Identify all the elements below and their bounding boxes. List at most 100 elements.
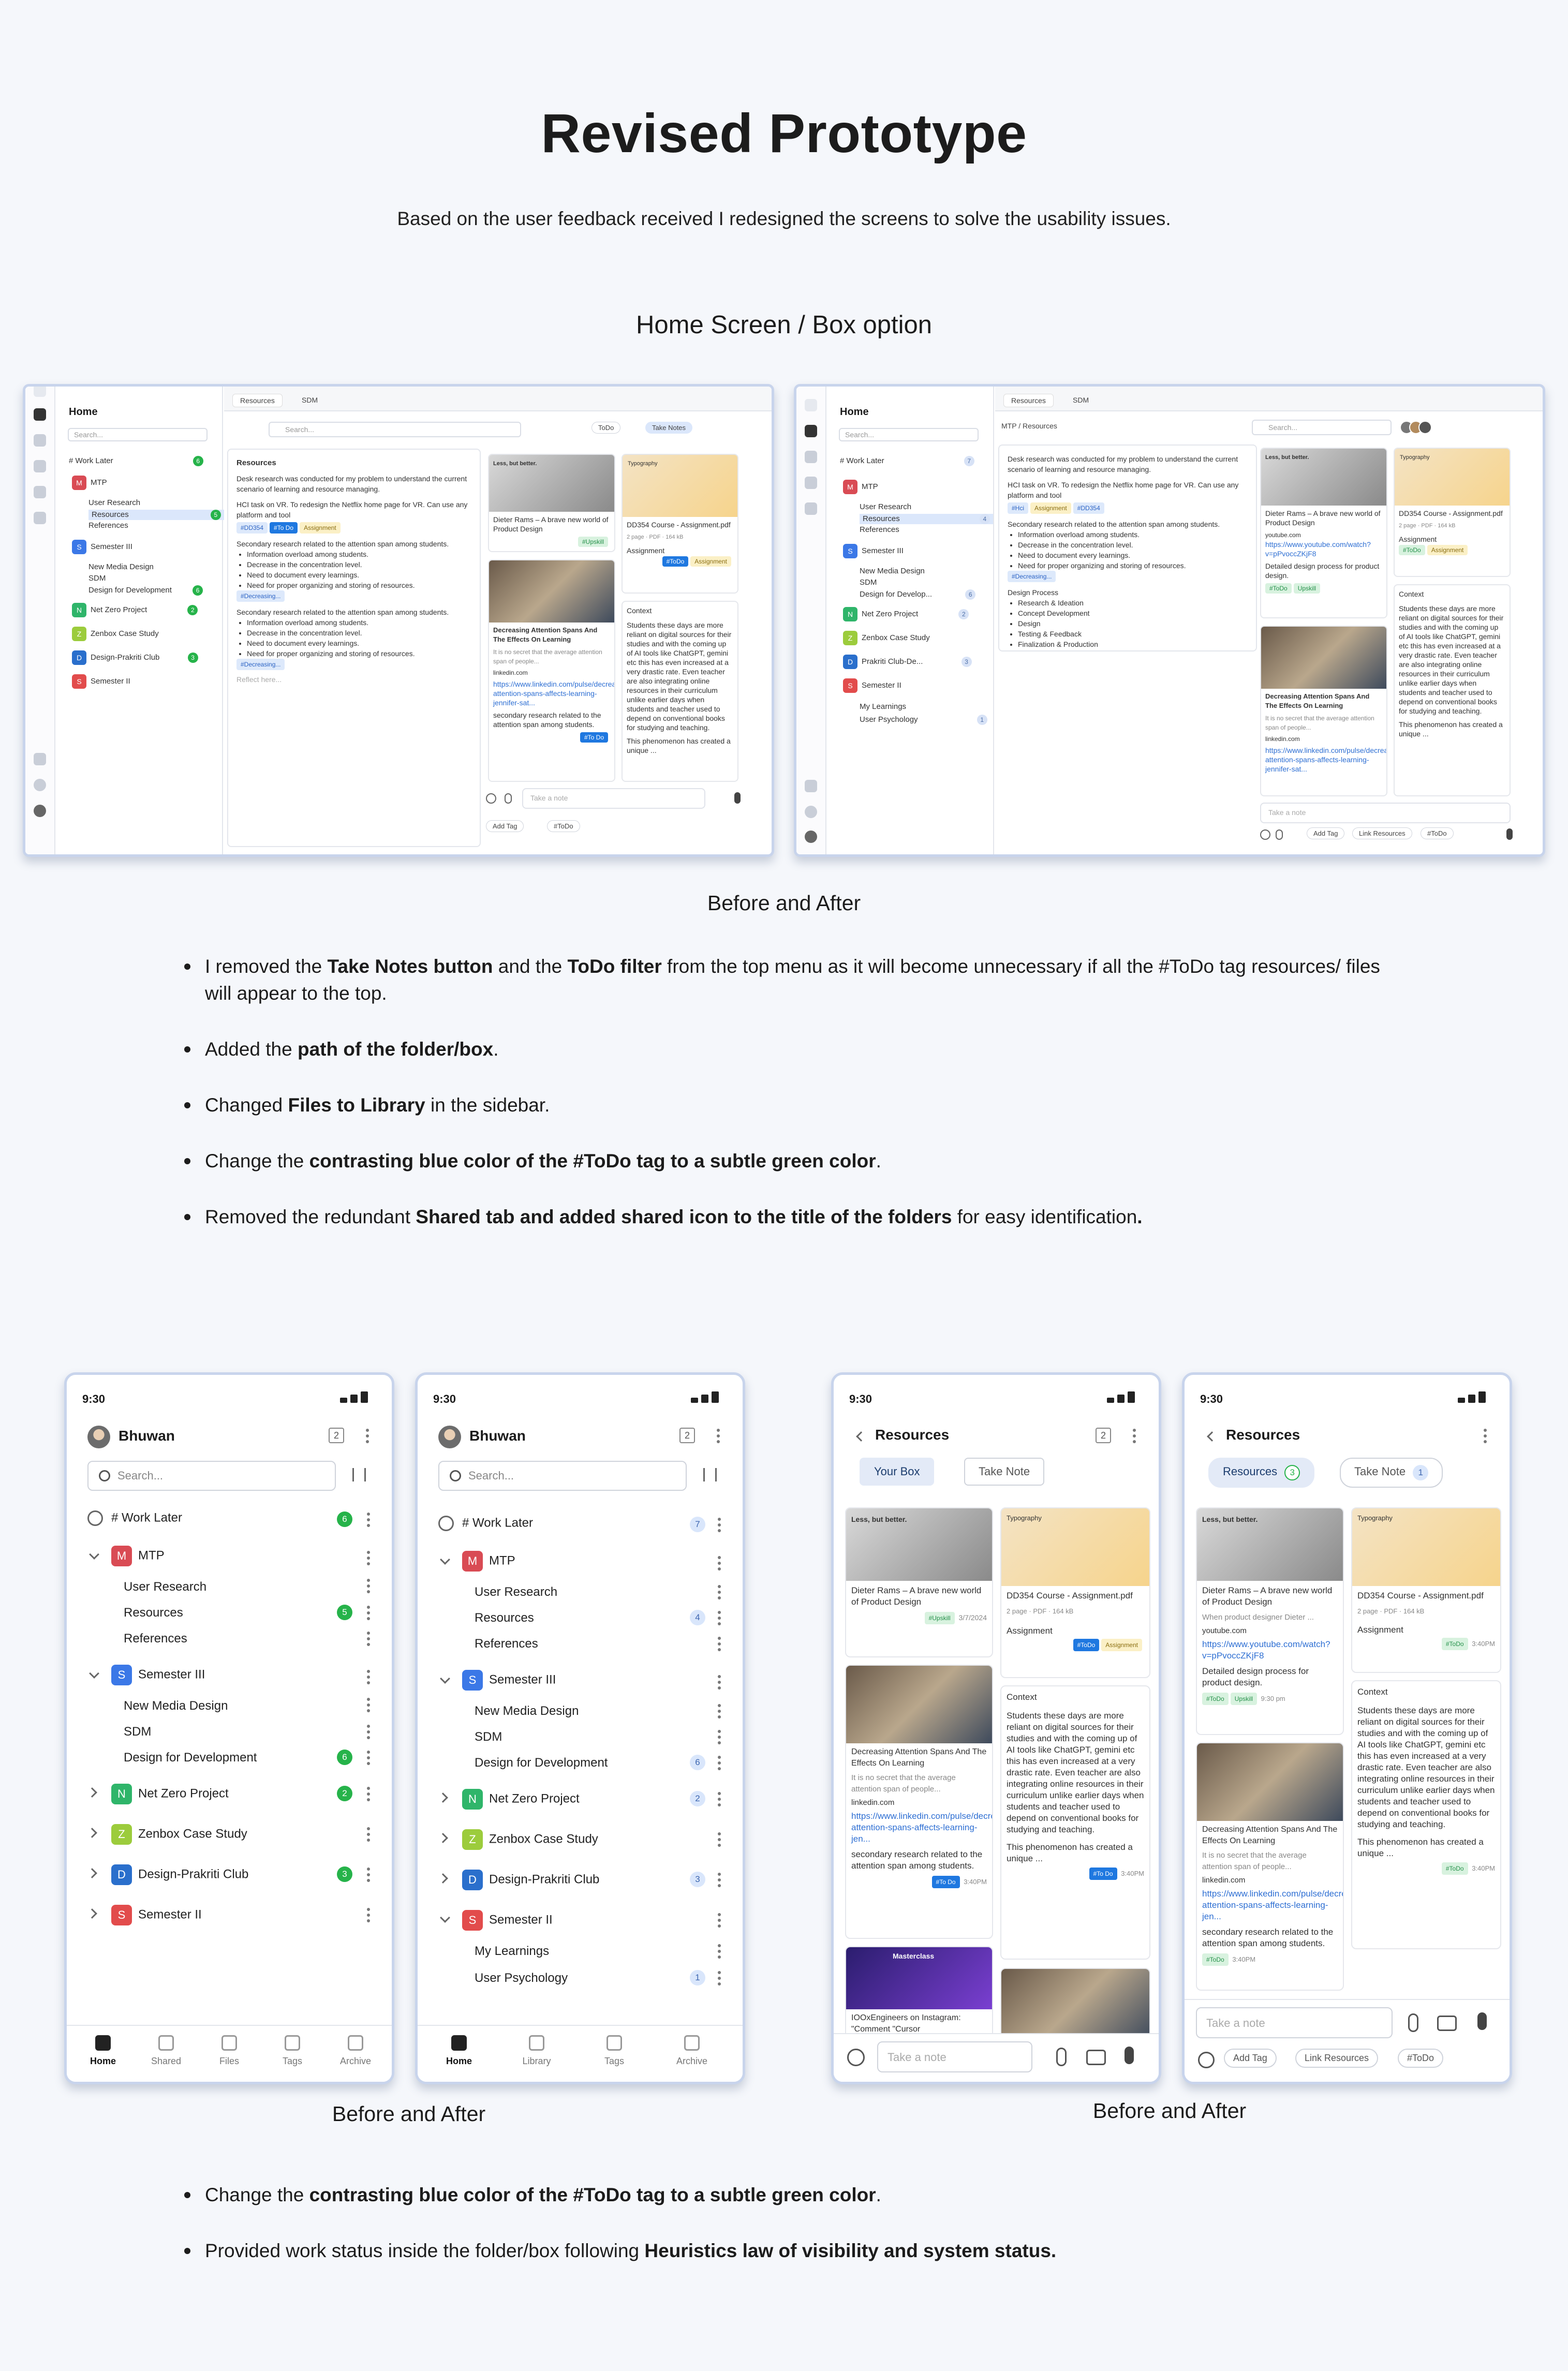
more-icon[interactable] <box>718 1637 721 1651</box>
item-my-learnings[interactable]: My Learnings <box>475 1944 549 1959</box>
tag-todo[interactable]: #To Do <box>270 522 298 534</box>
back-icon[interactable] <box>1207 1431 1217 1442</box>
tab-sdm[interactable]: SDM <box>1066 394 1096 406</box>
more-icon[interactable] <box>367 1827 370 1842</box>
more-icon[interactable] <box>367 1787 370 1801</box>
take-note-button[interactable]: Take Note <box>964 1458 1045 1486</box>
settings-icon[interactable] <box>34 753 46 765</box>
more-icon[interactable] <box>1484 1429 1487 1443</box>
tags-icon[interactable] <box>34 486 46 498</box>
work-later-item[interactable]: # Work Later <box>87 1510 182 1526</box>
tab-sdm[interactable]: SDM <box>294 394 325 406</box>
work-later-item[interactable]: # Work Later <box>438 1516 533 1531</box>
folder-semester3[interactable]: S Semester III <box>462 1670 556 1691</box>
take-note-input[interactable]: Take a note <box>522 788 705 809</box>
tag-todo[interactable]: #ToDo <box>1441 1638 1468 1650</box>
work-later-item[interactable]: # Work Later 6 <box>69 456 203 466</box>
attach-icon[interactable] <box>1408 2013 1418 2032</box>
folder-zenbox[interactable]: Z Zenbox Case Study <box>843 631 930 645</box>
work-later-item[interactable]: # Work Later 7 <box>840 456 974 466</box>
take-notes-button[interactable]: Take Notes <box>645 422 693 434</box>
archive-icon[interactable] <box>805 502 817 515</box>
item-sdm[interactable]: SDM <box>124 1725 151 1739</box>
item-new-media[interactable]: New Media Design <box>88 562 154 571</box>
settings-icon[interactable] <box>805 780 817 792</box>
nav-shared[interactable]: Shared <box>140 2035 192 2067</box>
more-icon[interactable] <box>367 1606 370 1620</box>
take-note-input[interactable]: Take a note <box>877 2041 1032 2072</box>
folder-mtp[interactable]: M MTP <box>462 1551 515 1572</box>
chevron-right-icon[interactable] <box>87 1868 97 1878</box>
resource-card-image[interactable] <box>1000 1968 1150 2040</box>
filter-icon[interactable] <box>703 1468 717 1481</box>
resource-card-video[interactable]: Less, but better. Dieter Rams – A brave … <box>1260 448 1387 618</box>
chevron-right-icon[interactable] <box>438 1833 448 1843</box>
resource-card-text[interactable]: Context Students these days are more rel… <box>1000 1685 1150 1960</box>
search-input[interactable]: Search... <box>438 1461 687 1491</box>
item-references[interactable]: References <box>88 521 128 530</box>
tag-upskill[interactable]: #Upskill <box>924 1612 955 1624</box>
folder-prakriti[interactable]: D Design-Prakriti Club <box>111 1864 248 1885</box>
attach-icon[interactable] <box>505 793 512 804</box>
help-icon[interactable] <box>805 806 817 818</box>
nav-files[interactable]: Files <box>203 2035 255 2067</box>
more-icon[interactable] <box>367 1579 370 1593</box>
avatar[interactable] <box>438 1426 461 1448</box>
add-tag-button[interactable]: Add Tag <box>1307 827 1345 839</box>
item-user-research[interactable]: User Research <box>124 1580 206 1594</box>
menu-icon[interactable] <box>805 399 817 411</box>
folder-mtp[interactable]: M MTP <box>72 476 107 490</box>
more-icon[interactable] <box>718 1971 721 1985</box>
resource-card-link[interactable]: Decreasing Attention Spans And The Effec… <box>1196 1742 1344 1991</box>
library-icon[interactable] <box>805 451 817 463</box>
more-icon[interactable] <box>718 1756 721 1770</box>
tag-decreasing[interactable]: #Decreasing... <box>236 659 285 670</box>
menu-icon[interactable] <box>34 387 46 397</box>
folder-semester2[interactable]: S Semester II <box>843 678 901 693</box>
item-sdm[interactable]: SDM <box>88 574 106 583</box>
chevron-down-icon[interactable] <box>89 1668 99 1679</box>
more-icon[interactable] <box>718 1730 721 1744</box>
more-icon[interactable] <box>367 1751 370 1765</box>
more-icon[interactable] <box>718 1704 721 1718</box>
nav-tags[interactable]: Tags <box>588 2035 640 2067</box>
item-user-research[interactable]: User Research <box>860 502 911 511</box>
resource-card-video[interactable]: Less, but better. Dieter Rams – A brave … <box>1196 1507 1344 1735</box>
tag-dd354[interactable]: #DD354 <box>1073 502 1104 514</box>
take-note-button[interactable]: Take Note 1 <box>1340 1458 1443 1488</box>
tag-upskill[interactable]: Upskill <box>1293 583 1321 594</box>
folder-semester2[interactable]: S Semester II <box>72 674 130 689</box>
item-sdm[interactable]: SDM <box>860 578 877 587</box>
tabs-count-button[interactable]: 2 <box>329 1428 344 1443</box>
folder-prakriti[interactable]: D Prakriti Club-De... 3 <box>843 655 972 669</box>
resources-chip[interactable]: Resources 3 <box>1208 1458 1315 1488</box>
folder-prakriti[interactable]: D Design-Prakriti Club 3 <box>72 650 198 665</box>
add-tag-button[interactable]: Add Tag <box>486 820 524 832</box>
folder-semester2[interactable]: S Semester II <box>111 1905 202 1925</box>
more-icon[interactable] <box>718 1585 721 1599</box>
nav-home[interactable]: Home <box>433 2035 485 2067</box>
item-user-psych[interactable]: User Psychology 1 <box>860 715 987 725</box>
tag-assignment[interactable]: Assignment <box>690 556 731 567</box>
more-icon[interactable] <box>366 1429 369 1443</box>
item-user-research[interactable]: User Research <box>88 498 140 507</box>
resource-card-text[interactable]: Context Students these days are more rel… <box>1394 584 1511 796</box>
resource-card-link[interactable]: Decreasing Attention Spans And The Effec… <box>845 1665 993 1939</box>
chevron-down-icon[interactable] <box>440 1913 450 1923</box>
folder-zenbox[interactable]: Z Zenbox Case Study <box>111 1824 247 1845</box>
help-icon[interactable] <box>34 779 46 791</box>
item-user-psych[interactable]: User Psychology <box>475 1971 568 1985</box>
avatar[interactable] <box>805 831 817 843</box>
more-icon[interactable] <box>367 1725 370 1739</box>
tags-icon[interactable] <box>805 477 817 489</box>
files-icon[interactable] <box>34 460 46 472</box>
avatar[interactable] <box>87 1426 110 1448</box>
resource-card-pdf[interactable]: Typography DD354 Course - Assignment.pdf… <box>622 454 738 594</box>
resource-card-link[interactable]: Decreasing Attention Spans And The Effec… <box>488 559 615 782</box>
folder-zenbox[interactable]: Z Zenbox Case Study <box>462 1829 598 1850</box>
folder-semester3[interactable]: S Semester III <box>72 540 132 554</box>
todo-chip[interactable]: #ToDo <box>1421 827 1454 839</box>
tab-resources[interactable]: Resources <box>1003 394 1054 407</box>
tag-todo[interactable]: #To Do <box>580 732 608 743</box>
item-user-research[interactable]: User Research <box>475 1585 557 1599</box>
